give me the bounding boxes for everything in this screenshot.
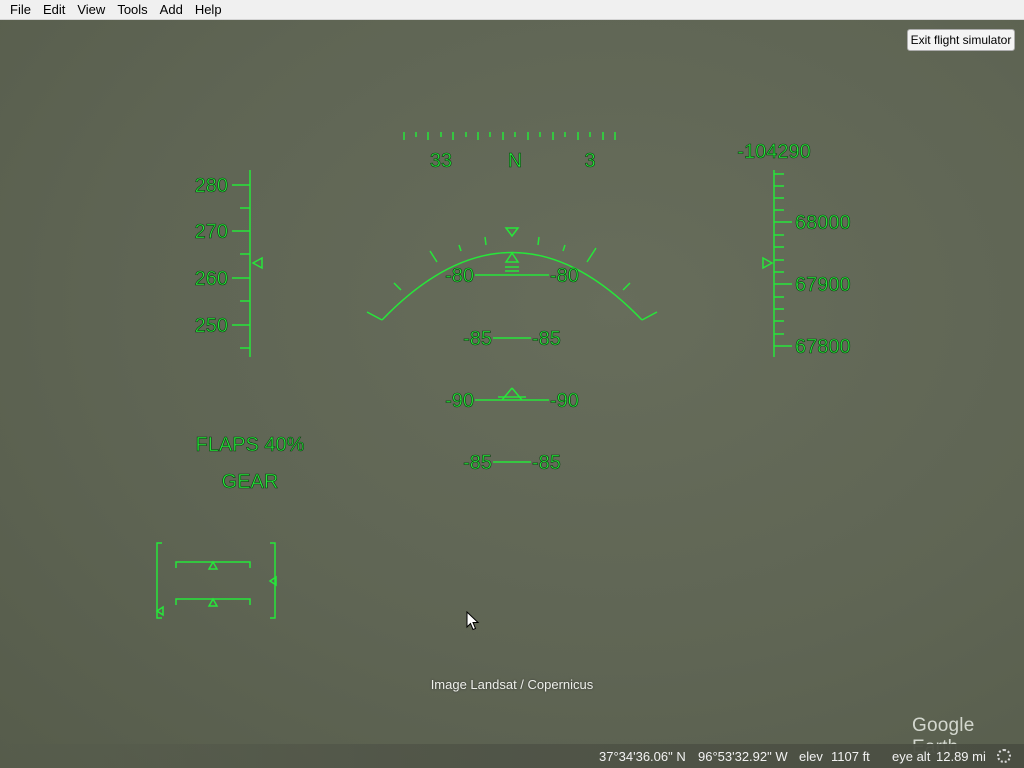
elevation-label: elev: [799, 749, 823, 764]
bank-angle-arc: [366, 227, 658, 321]
altitude-label: 68000: [795, 212, 851, 234]
airspeed-label: 280: [195, 175, 228, 197]
airspeed-label: 270: [195, 221, 228, 243]
heading-label-33: 33: [430, 150, 452, 172]
pitch-label-left: -90: [445, 390, 474, 412]
altitude-tape: [762, 170, 792, 357]
eye-altitude-label: eye alt: [892, 749, 931, 764]
flaps-indicator: FLAPS 40%: [196, 434, 305, 456]
mouse-cursor-icon: [466, 611, 480, 631]
imagery-attribution: Image Landsat / Copernicus: [430, 677, 594, 692]
pitch-label-right: -85: [532, 452, 561, 474]
airspeed-pointer-icon: [251, 256, 263, 270]
control-trim-indicator: [155, 542, 277, 619]
pitch-label-left: -85: [463, 452, 492, 474]
airspeed-tape: [232, 170, 263, 357]
heading-label-3: 3: [584, 150, 595, 172]
altitude-pointer-icon: [762, 256, 774, 270]
pitch-label-right: -90: [550, 390, 579, 412]
vertical-speed-readout: -104290: [737, 141, 810, 163]
gear-indicator: GEAR: [222, 471, 279, 493]
latitude-readout: 37°34'36.06" N: [599, 749, 686, 764]
loading-spinner-icon: [997, 749, 1011, 763]
heading-label-n: N: [508, 150, 522, 172]
pitch-label-right: -85: [532, 328, 561, 350]
airspeed-label: 260: [195, 268, 228, 290]
bank-pointer-icon: [504, 227, 520, 238]
elevation-value: 1107 ft: [831, 749, 870, 764]
pitch-label-left: -85: [463, 328, 492, 350]
altitude-label: 67900: [795, 274, 851, 296]
roll-indicator-icon: [504, 251, 520, 263]
eye-altitude-value: 12.89 mi: [936, 749, 986, 764]
pitch-label-right: -80: [550, 265, 579, 287]
flight-hud: 33 N 3 280 270 260 250 -104290 68000 679…: [155, 132, 851, 619]
status-bar: 37°34'36.06" N 96°53'32.92" W elev 1107 …: [0, 744, 1024, 768]
airspeed-label: 250: [195, 315, 228, 337]
heading-tape: [403, 132, 616, 140]
pitch-label-left: -80: [445, 265, 474, 287]
pitch-ladder: [475, 274, 549, 463]
longitude-readout: 96°53'32.92" W: [698, 749, 788, 764]
altitude-label: 67800: [795, 336, 851, 358]
aircraft-symbol-icon: [498, 387, 526, 401]
